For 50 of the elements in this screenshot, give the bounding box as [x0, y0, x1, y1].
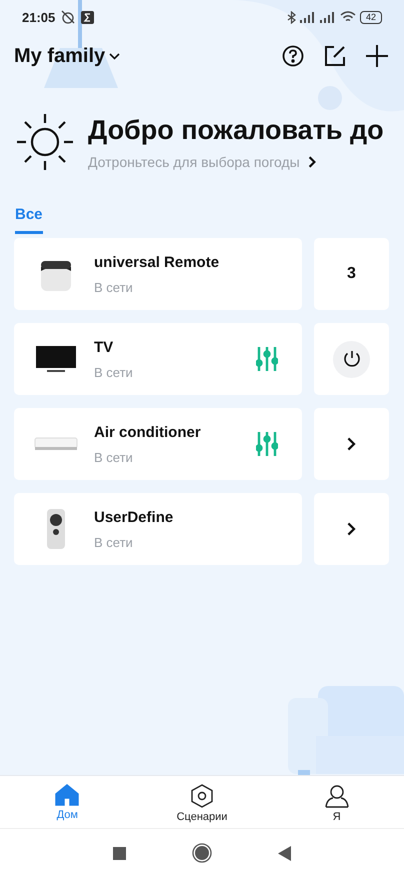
chevron-right-icon — [308, 156, 316, 168]
nav-tab[interactable]: Дом — [0, 776, 135, 828]
chevron-right-icon — [347, 437, 356, 451]
home-circle-icon[interactable] — [192, 843, 212, 863]
signal-icon — [300, 12, 316, 22]
sliders-icon[interactable] — [256, 346, 278, 372]
back-icon[interactable] — [278, 846, 291, 860]
help-button[interactable] — [280, 43, 306, 69]
air-conditioner-image — [34, 436, 78, 452]
edit-button[interactable] — [322, 43, 348, 69]
hexagon-icon — [190, 784, 214, 808]
nav-tab[interactable]: Я — [269, 776, 404, 828]
tv-device-image — [35, 344, 77, 374]
status-time: 21:05 — [22, 10, 56, 24]
sliders-icon[interactable] — [256, 431, 278, 457]
help-icon — [282, 45, 304, 67]
home-icon — [55, 784, 80, 806]
device-name: Air conditioner — [94, 424, 202, 440]
power-icon — [342, 349, 362, 369]
device-count-button[interactable]: 3 — [314, 238, 389, 310]
nav-tab[interactable]: Сценарии — [134, 776, 270, 828]
device-name: universal Remote — [94, 254, 220, 270]
user-icon — [324, 784, 349, 808]
device-card[interactable]: TV В сети — [14, 323, 302, 395]
device-status: В сети — [94, 534, 134, 550]
device-status: В сети — [94, 280, 134, 294]
welcome-title: Добро пожаловать до — [88, 114, 384, 146]
device-card[interactable]: universal Remote В сети — [14, 238, 302, 310]
bluetooth-icon — [286, 10, 296, 24]
add-button[interactable] — [364, 43, 390, 69]
edit-icon — [324, 45, 346, 67]
wifi-icon — [340, 11, 356, 23]
family-selector[interactable]: My family — [14, 44, 120, 68]
plus-icon — [365, 44, 389, 68]
battery-indicator: 42 — [360, 10, 382, 24]
signal-icon — [320, 12, 336, 22]
alarm-off-icon — [61, 10, 76, 24]
device-name: TV — [94, 338, 114, 356]
chevron-right-icon — [347, 522, 356, 536]
device-status: В сети — [94, 364, 134, 380]
device-card[interactable]: Air conditioner В сети — [14, 408, 302, 480]
recents-icon[interactable] — [113, 846, 126, 860]
device-name: UserDefine — [94, 508, 174, 526]
remote-control-image — [44, 508, 68, 550]
sigma-app-icon — [81, 10, 94, 24]
sun-icon — [14, 111, 76, 173]
chevron-down-icon — [109, 52, 120, 60]
device-card[interactable]: UserDefine В сети — [14, 493, 302, 565]
tab[interactable]: Все — [15, 206, 43, 234]
device-status: В сети — [94, 450, 134, 464]
